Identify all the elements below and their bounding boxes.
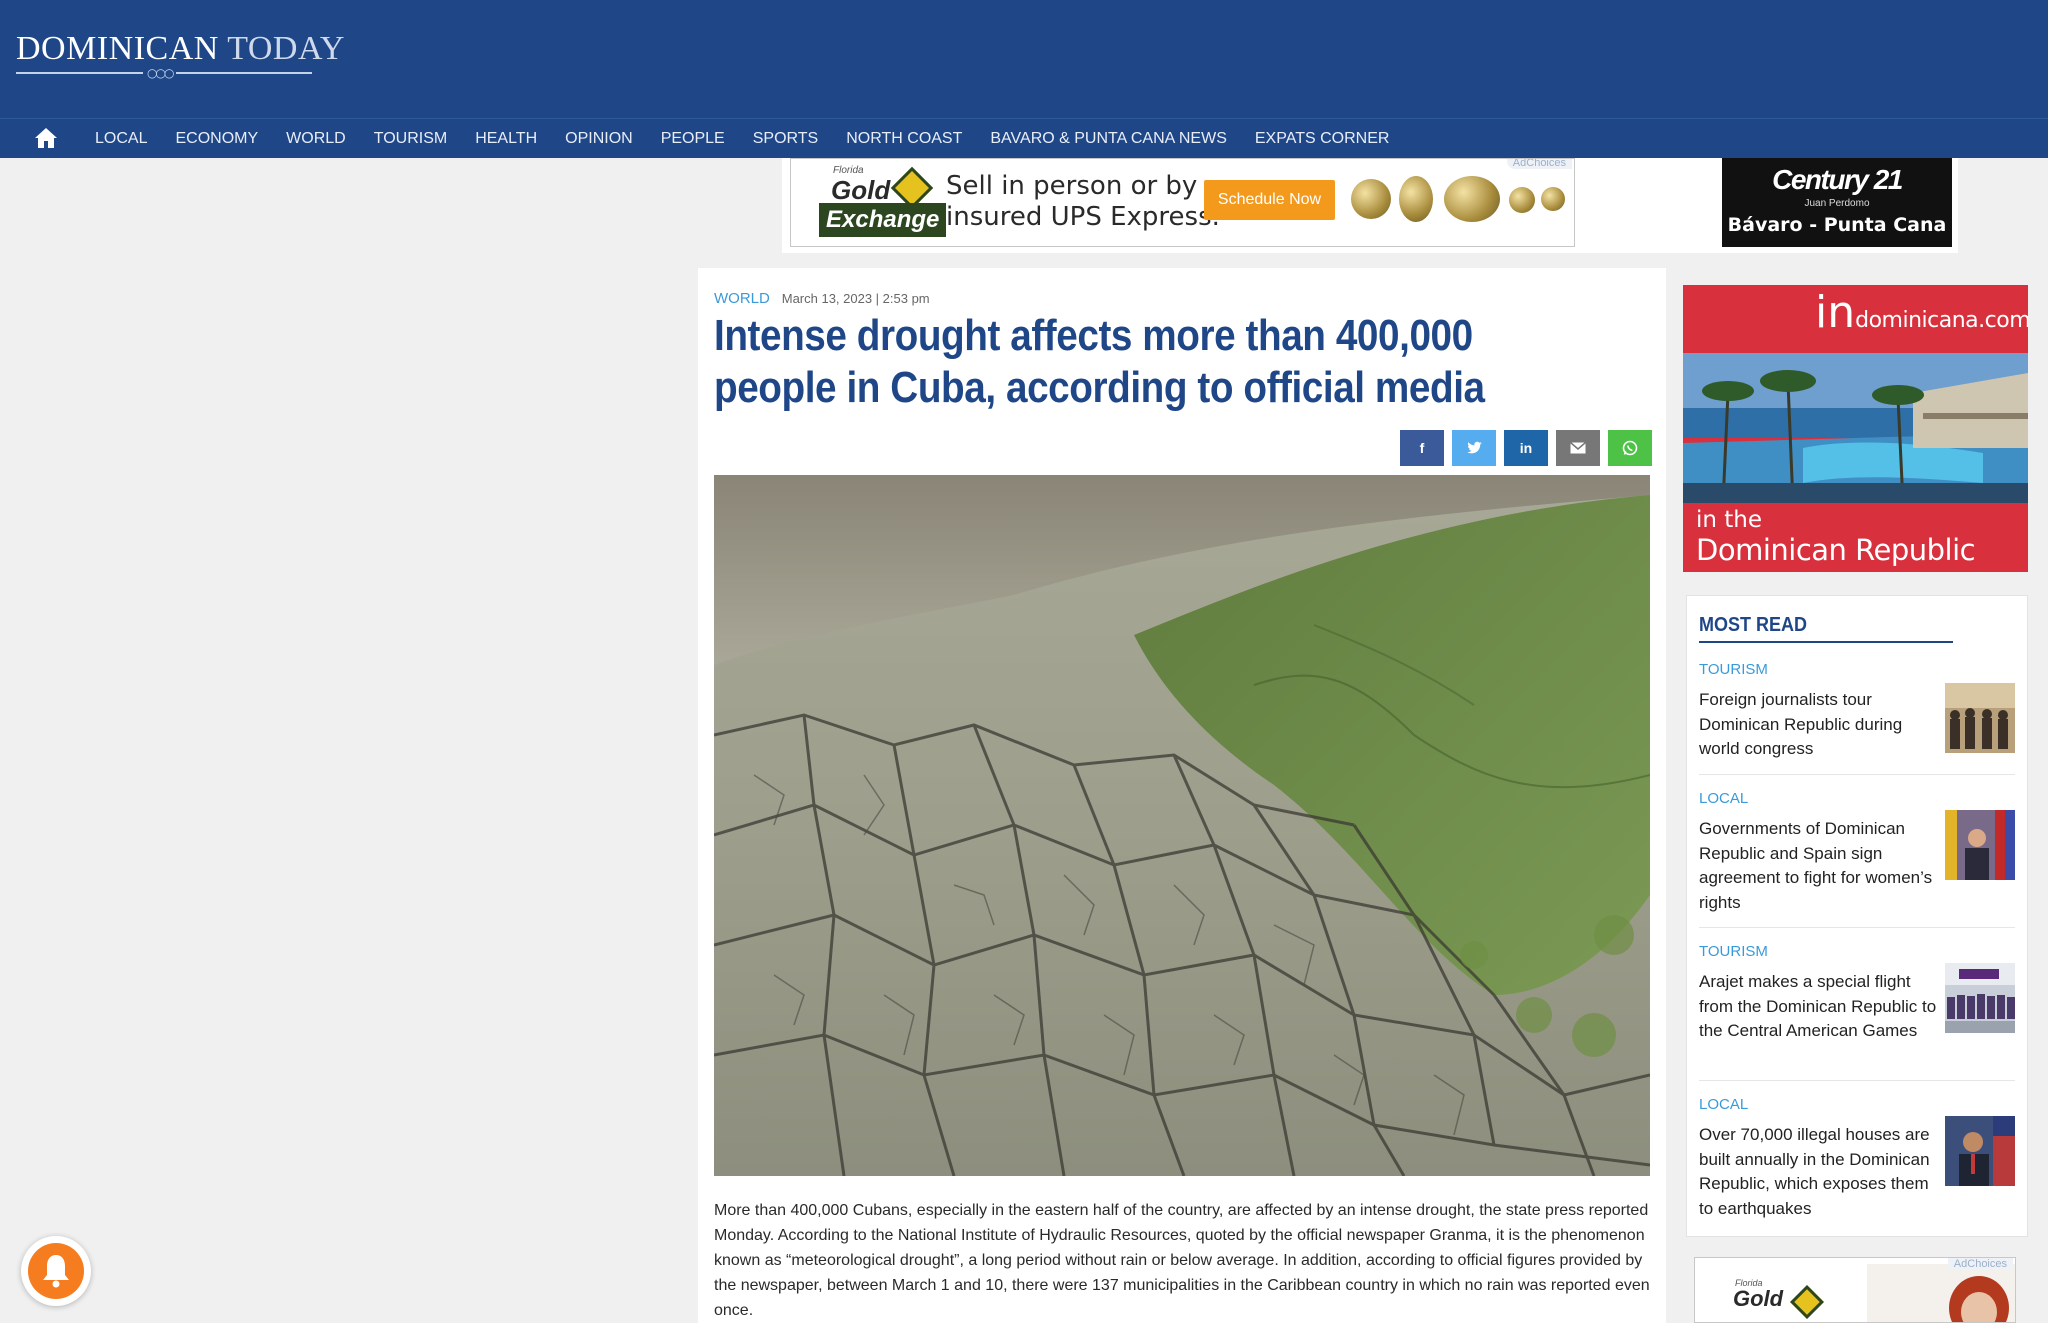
most-read-headline[interactable]: Over 70,000 illegal houses are built ann… [1699,1123,1941,1221]
article-headline: Intense drought affects more than 400,00… [714,311,1485,412]
resort-pool-image [1683,353,2028,503]
nav-item-world[interactable]: WORLD [286,130,346,148]
exchange-logo-word: Exchange [819,203,947,237]
indominicana-logo: indominicana.com [1815,287,2028,338]
most-read-category[interactable]: LOCAL [1699,790,1748,807]
share-email-button[interactable] [1556,430,1600,466]
share-twitter-button[interactable] [1452,430,1496,466]
home-icon[interactable] [34,127,58,149]
adchoices-label[interactable]: AdChoices [1506,159,1572,169]
indominicana-ad[interactable]: indominicana.com in the Dominican Republ… [1683,285,2028,572]
jewelry-image [1509,187,1535,213]
most-read-thumbnail[interactable] [1945,963,2015,1033]
nav-item-economy[interactable]: ECONOMY [175,130,258,148]
indominicana-tagline-1: in the [1696,507,1763,533]
most-read-category[interactable]: TOURISM [1699,661,1768,678]
email-icon [1570,442,1586,454]
share-facebook-button[interactable]: f [1400,430,1444,466]
gold-exchange-logo: Florida Gold Exchange [805,163,947,239]
century21-location: Bávaro - Punta Cana [1727,214,1947,236]
most-read-divider [1699,927,2015,928]
logo-word-dominican: DOMINICAN [16,30,219,67]
whatsapp-icon [1622,440,1638,456]
most-read-divider [1699,1080,2015,1081]
article-panel: WORLD March 13, 2023 | 2:53 pm Intense d… [698,268,1666,1323]
adchoices-label[interactable]: AdChoices [1947,1258,2013,1270]
gold-ad-line1: Sell in person or by [946,171,1198,201]
most-read-divider [1699,774,2015,775]
nav-items: LOCAL ECONOMY WORLD TOURISM HEALTH OPINI… [95,119,1389,159]
gold-logo-word: Gold [831,175,891,205]
notification-bell-button[interactable] [21,1236,91,1306]
nav-item-local[interactable]: LOCAL [95,130,147,148]
twitter-icon [1467,441,1482,454]
notification-bell-circle [28,1243,84,1299]
gold-exchange-ad-bottom[interactable]: Florida Gold AdChoices [1694,1257,2016,1323]
most-read-headline[interactable]: Arajet makes a special flight from the D… [1699,970,1941,1044]
indominicana-logo-in: in [1815,287,1856,338]
nav-item-sports[interactable]: SPORTS [753,130,819,148]
jewelry-image [1399,176,1433,222]
nav-item-north-coast[interactable]: NORTH COAST [846,130,962,148]
gold-exchange-ad[interactable]: Florida Gold Exchange Sell in person or … [790,158,1575,247]
nav-item-health[interactable]: HEALTH [475,130,537,148]
logo-word-today: TODAY [227,30,345,67]
nav-item-people[interactable]: PEOPLE [661,130,725,148]
most-read-thumbnail[interactable] [1945,810,2015,880]
indominicana-logo-domain: dominicana.com [1855,308,2028,333]
facebook-icon: f [1419,440,1425,456]
article-category[interactable]: WORLD [714,290,770,307]
article-date: March 13, 2023 | 2:53 pm [781,291,930,306]
main-nav: LOCAL ECONOMY WORLD TOURISM HEALTH OPINI… [0,118,2048,158]
article-body: More than 400,000 Cubans, especially in … [714,1202,1650,1319]
most-read-category[interactable]: TOURISM [1699,943,1768,960]
most-read-title: MOST READ [1699,614,1807,636]
nav-item-expats-corner[interactable]: EXPATS CORNER [1255,130,1390,148]
bell-icon [43,1255,69,1288]
nav-item-bavaro-punta-cana[interactable]: BAVARO & PUNTA CANA NEWS [990,130,1227,148]
most-read-thumbnail[interactable] [1945,1116,2015,1186]
most-read-category[interactable]: LOCAL [1699,1096,1748,1113]
article-hero-image [714,475,1650,1176]
share-linkedin-button[interactable]: in [1504,430,1548,466]
gold-diamond-icon [1790,1285,1824,1319]
gold-ad-line2: insured UPS Express. [946,202,1220,232]
most-read-thumbnail[interactable] [1945,683,2015,753]
logo-rings: ○○○ [143,66,177,80]
site-header: DOMINICAN TODAY ○○○ [0,0,2048,118]
schedule-now-button[interactable]: Schedule Now [1204,180,1335,220]
gold-ad-text: Sell in person or by insured UPS Express… [946,171,1220,233]
nav-item-opinion[interactable]: OPINION [565,130,633,148]
most-read-underline [1699,641,1953,643]
jewelry-image [1351,179,1391,219]
model-image [1867,1264,2015,1322]
most-read-headline[interactable]: Governments of Dominican Republic and Sp… [1699,817,1941,915]
jewelry-image [1444,176,1500,222]
share-whatsapp-button[interactable] [1608,430,1652,466]
indominicana-tagline-2: Dominican Republic [1696,533,1976,567]
linkedin-icon: in [1519,440,1533,456]
gold-bottom-logo-word: Gold [1733,1286,1784,1311]
century21-logo: Century 21 [1772,164,1903,195]
most-read-headline[interactable]: Foreign journalists tour Dominican Repub… [1699,688,1941,762]
most-read-widget: MOST READ TOURISM Foreign journalists to… [1686,595,2028,1237]
jewelry-image [1541,187,1565,211]
nav-item-tourism[interactable]: TOURISM [374,130,447,148]
century21-agent: Juan Perdomo [1804,198,1870,209]
article-meta: WORLD March 13, 2023 | 2:53 pm [714,290,930,307]
site-logo[interactable]: DOMINICAN TODAY [16,30,345,68]
century21-ad[interactable]: Century 21 Juan Perdomo Bávaro - Punta C… [1722,158,1952,247]
